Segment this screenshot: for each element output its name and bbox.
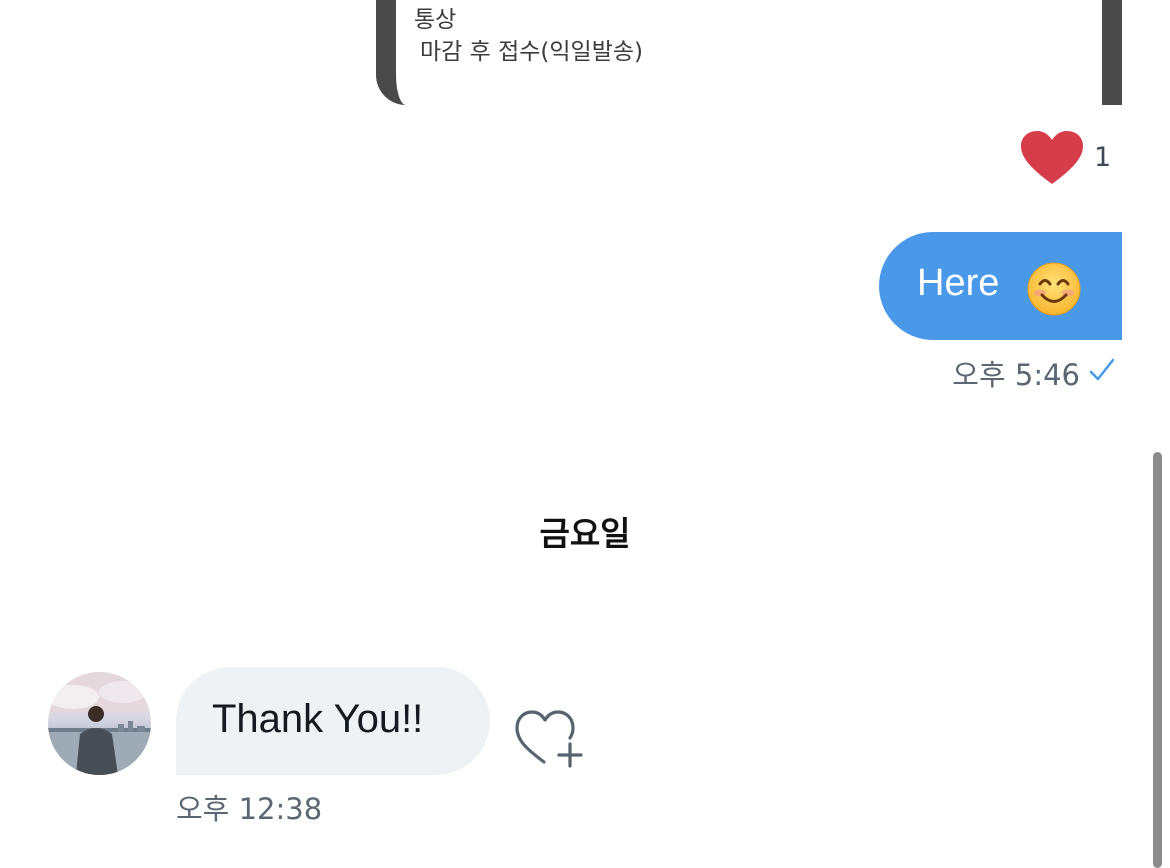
incoming-message-text: Thank You!!: [212, 697, 424, 741]
checkmark-icon: [1089, 358, 1115, 381]
card-text-line2: 마감 후 접수(익일발송): [420, 39, 644, 65]
outgoing-message-text: Here: [917, 262, 1000, 304]
heart-icon: [1021, 131, 1083, 184]
incoming-message-bubble[interactable]: Thank You!!: [176, 667, 490, 775]
card-text-line1: 통상: [414, 7, 457, 33]
outgoing-message-time: 오후 5:46: [952, 358, 1080, 392]
reaction-count: 1: [1094, 142, 1112, 173]
scrollbar[interactable]: [1153, 452, 1162, 868]
incoming-message-time: 오후 12:38: [176, 792, 323, 826]
outgoing-message-bubble[interactable]: Here: [879, 232, 1122, 340]
reaction-badge[interactable]: 1: [1020, 130, 1120, 186]
smiling-face-icon: [1027, 262, 1081, 316]
avatar-photo: [48, 672, 151, 775]
day-separator: 금요일: [539, 514, 631, 553]
heart-plus-icon[interactable]: [514, 706, 586, 770]
avatar[interactable]: [48, 672, 151, 775]
